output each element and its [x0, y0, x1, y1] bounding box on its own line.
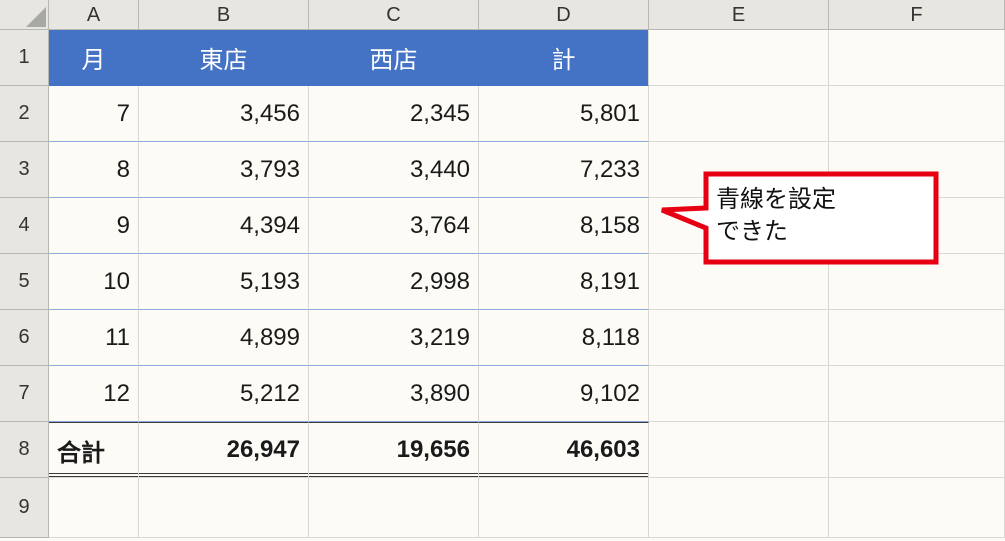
- cell-B7[interactable]: 5,212: [139, 366, 309, 422]
- col-header-B[interactable]: B: [139, 0, 309, 30]
- cell-E5[interactable]: [649, 254, 829, 310]
- cell-E2[interactable]: [649, 86, 829, 142]
- cell-B3[interactable]: 3,793: [139, 142, 309, 198]
- row-4: 4 9 4,394 3,764 8,158: [0, 198, 1005, 254]
- row-8: 8 合計 26,947 19,656 46,603: [0, 422, 1005, 478]
- cell-F3[interactable]: [829, 142, 1005, 198]
- cell-E8[interactable]: [649, 422, 829, 478]
- row-1: 1 月 東店 西店 計: [0, 30, 1005, 86]
- col-header-C[interactable]: C: [309, 0, 479, 30]
- row-header-9[interactable]: 9: [0, 478, 49, 538]
- cell-A8[interactable]: 合計: [49, 422, 139, 478]
- cell-E6[interactable]: [649, 310, 829, 366]
- col-header-D[interactable]: D: [479, 0, 649, 30]
- cell-B6[interactable]: 4,899: [139, 310, 309, 366]
- row-header-4[interactable]: 4: [0, 198, 49, 254]
- cell-C5[interactable]: 2,998: [309, 254, 479, 310]
- cell-A3[interactable]: 8: [49, 142, 139, 198]
- row-header-5[interactable]: 5: [0, 254, 49, 310]
- spreadsheet: A B C D E F 1 月 東店 西店 計 2 7 3,456 2,345 …: [0, 0, 1005, 541]
- cell-E3[interactable]: [649, 142, 829, 198]
- cell-C2[interactable]: 2,345: [309, 86, 479, 142]
- row-5: 5 10 5,193 2,998 8,191: [0, 254, 1005, 310]
- cell-B1[interactable]: 東店: [139, 30, 309, 86]
- cell-D3[interactable]: 7,233: [479, 142, 649, 198]
- row-header-3[interactable]: 3: [0, 142, 49, 198]
- cell-E1[interactable]: [649, 30, 829, 86]
- row-2: 2 7 3,456 2,345 5,801: [0, 86, 1005, 142]
- cell-D7[interactable]: 9,102: [479, 366, 649, 422]
- col-header-E[interactable]: E: [649, 0, 829, 30]
- row-3: 3 8 3,793 3,440 7,233: [0, 142, 1005, 198]
- cell-C3[interactable]: 3,440: [309, 142, 479, 198]
- column-header-row: A B C D E F: [0, 0, 1005, 30]
- cell-B9[interactable]: [139, 478, 309, 538]
- cell-B4[interactable]: 4,394: [139, 198, 309, 254]
- cell-E9[interactable]: [649, 478, 829, 538]
- cell-F2[interactable]: [829, 86, 1005, 142]
- row-header-8[interactable]: 8: [0, 422, 49, 478]
- cell-A9[interactable]: [49, 478, 139, 538]
- cell-D6[interactable]: 8,118: [479, 310, 649, 366]
- row-header-2[interactable]: 2: [0, 86, 49, 142]
- row-header-1[interactable]: 1: [0, 30, 49, 86]
- row-6: 6 11 4,899 3,219 8,118: [0, 310, 1005, 366]
- cell-D4[interactable]: 8,158: [479, 198, 649, 254]
- cell-C4[interactable]: 3,764: [309, 198, 479, 254]
- cell-A7[interactable]: 12: [49, 366, 139, 422]
- cell-C9[interactable]: [309, 478, 479, 538]
- cell-F9[interactable]: [829, 478, 1005, 538]
- row-7: 7 12 5,212 3,890 9,102: [0, 366, 1005, 422]
- select-all-corner[interactable]: [0, 0, 49, 30]
- cell-E7[interactable]: [649, 366, 829, 422]
- cell-F4[interactable]: [829, 198, 1005, 254]
- cell-D8[interactable]: 46,603: [479, 422, 649, 478]
- cell-E4[interactable]: [649, 198, 829, 254]
- cell-A1[interactable]: 月: [49, 30, 139, 86]
- row-9: 9: [0, 478, 1005, 538]
- cell-B2[interactable]: 3,456: [139, 86, 309, 142]
- row-header-6[interactable]: 6: [0, 310, 49, 366]
- cell-F6[interactable]: [829, 310, 1005, 366]
- row-header-7[interactable]: 7: [0, 366, 49, 422]
- cell-A2[interactable]: 7: [49, 86, 139, 142]
- cell-F7[interactable]: [829, 366, 1005, 422]
- cell-C7[interactable]: 3,890: [309, 366, 479, 422]
- cell-C1[interactable]: 西店: [309, 30, 479, 86]
- cell-A5[interactable]: 10: [49, 254, 139, 310]
- cell-F1[interactable]: [829, 30, 1005, 86]
- cell-D9[interactable]: [479, 478, 649, 538]
- cell-D2[interactable]: 5,801: [479, 86, 649, 142]
- cell-D5[interactable]: 8,191: [479, 254, 649, 310]
- cell-C6[interactable]: 3,219: [309, 310, 479, 366]
- cell-B8[interactable]: 26,947: [139, 422, 309, 478]
- cell-F8[interactable]: [829, 422, 1005, 478]
- cell-B5[interactable]: 5,193: [139, 254, 309, 310]
- cell-A6[interactable]: 11: [49, 310, 139, 366]
- col-header-A[interactable]: A: [49, 0, 139, 30]
- select-all-triangle-icon: [26, 7, 46, 27]
- cell-F5[interactable]: [829, 254, 1005, 310]
- cell-C8[interactable]: 19,656: [309, 422, 479, 478]
- col-header-F[interactable]: F: [829, 0, 1005, 30]
- cell-D1[interactable]: 計: [479, 30, 649, 86]
- cell-A4[interactable]: 9: [49, 198, 139, 254]
